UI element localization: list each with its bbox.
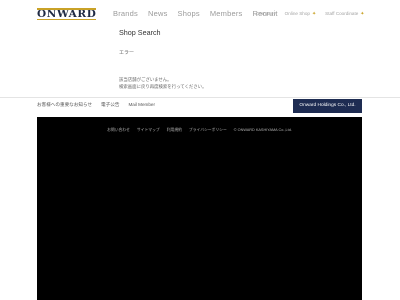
nav-company[interactable]: Company (256, 11, 276, 17)
nav-shops[interactable]: Shops (178, 9, 200, 18)
footer-link-terms[interactable]: 利用規約 (167, 128, 182, 133)
copyright-text: © ONWARD KASHIYAMA Co.,Ltd. (233, 128, 292, 132)
error-message-2: 検索画面に戻り再度検索を行ってください。 (119, 83, 207, 89)
logo-gold-bar-top (37, 8, 97, 10)
logo-wordmark: ONWARD (37, 7, 97, 21)
nav-staff-coordinate[interactable]: Staff Coordinate ✦ (325, 11, 364, 17)
nav-news[interactable]: News (148, 9, 168, 18)
footer-link-sitemap[interactable]: サイトマップ (137, 128, 160, 133)
footer-link-contact[interactable]: お問い合わせ (107, 128, 130, 133)
nav-members[interactable]: Members (210, 9, 243, 18)
link-mail-member[interactable]: Mail Member (128, 102, 155, 108)
link-important-notice[interactable]: お客様への重要なお知らせ (37, 102, 92, 108)
footer-links: お問い合わせ サイトマップ 利用規約 プライバシーポリシー © ONWARD K… (37, 128, 362, 133)
onward-holdings-button[interactable]: Onward Holdings Co., Ltd. (293, 98, 362, 113)
nav-company-label: Company (256, 11, 276, 16)
onward-logo[interactable]: ONWARD (37, 7, 97, 21)
nav-online-shop-label: Online Shop (284, 11, 310, 16)
error-heading: エラー (119, 50, 135, 56)
links-bar: お客様への重要なお知らせ 電子公告 Mail Member Onward Hol… (0, 97, 400, 114)
footer-link-privacy[interactable]: プライバシーポリシー (189, 128, 227, 133)
star-icon: ✦ (311, 10, 317, 17)
nav-brands[interactable]: Brands (113, 9, 138, 18)
info-links: お客様への重要なお知らせ 電子公告 Mail Member (37, 102, 155, 108)
sub-nav: Company Online Shop ✦ Staff Coordinate ✦ (256, 11, 365, 17)
logo-gold-bar-bottom (37, 18, 97, 20)
error-message-1: 該当店舗がございません。 (119, 77, 172, 82)
page-title: Shop Search (119, 28, 161, 37)
nav-staff-coordinate-label: Staff Coordinate (325, 11, 359, 16)
site-header: ONWARD Brands News Shops Members Recruit… (0, 0, 400, 28)
star-icon: ✦ (360, 10, 365, 17)
link-electronic-notice[interactable]: 電子公告 (101, 102, 119, 108)
main-nav: Brands News Shops Members Recruit (113, 9, 278, 18)
nav-online-shop[interactable]: Online Shop ✦ (285, 11, 317, 17)
site-footer: お問い合わせ サイトマップ 利用規約 プライバシーポリシー © ONWARD K… (37, 117, 362, 300)
